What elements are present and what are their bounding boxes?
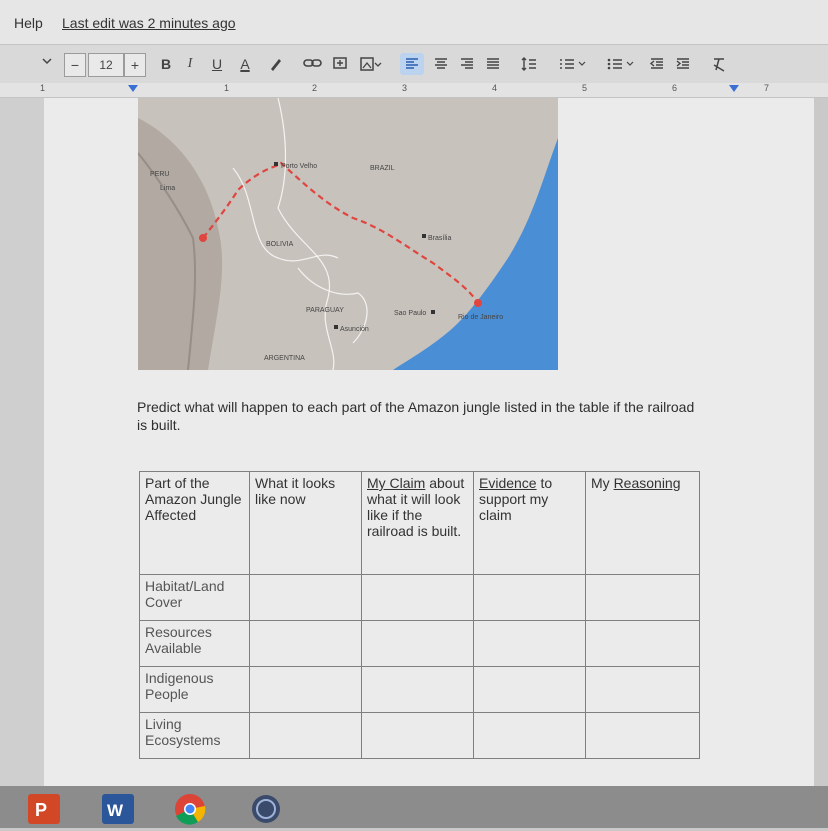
map-label-paraguay: PARAGUAY xyxy=(306,307,344,314)
style-dropdown-icon[interactable] xyxy=(40,53,54,75)
sao-paulo-marker-icon xyxy=(431,310,435,314)
chrome-icon[interactable] xyxy=(172,792,208,826)
align-right-icon[interactable] xyxy=(456,53,478,75)
ruler-number: 3 xyxy=(402,83,408,93)
map-label-brasilia: Brasília xyxy=(428,235,451,242)
align-justify-icon[interactable] xyxy=(482,53,504,75)
map-label-porto-velho: Porto Velho xyxy=(281,163,317,170)
editor-canvas xyxy=(0,98,44,798)
prompt-paragraph[interactable]: Predict what will happen to each part of… xyxy=(137,398,697,434)
line-spacing-icon[interactable] xyxy=(518,53,540,75)
formatting-toolbar: − 12 + B I U A xyxy=(0,44,828,84)
powerpoint-icon[interactable]: P xyxy=(26,792,62,826)
map-label-bolivia: BOLIVIA xyxy=(266,241,294,248)
map-label-peru: PERU xyxy=(150,171,169,178)
header-looks-now[interactable]: What it looks like now xyxy=(249,471,362,575)
row-label-habitat[interactable]: Habitat/Land Cover xyxy=(139,574,250,621)
table-cell[interactable] xyxy=(361,666,474,713)
table-header-row: Part of the Amazon Jungle Affected What … xyxy=(139,471,700,575)
header-evidence[interactable]: Evidence to support my claim xyxy=(473,471,586,575)
table-cell[interactable] xyxy=(585,620,700,667)
map-label-brazil: BRAZIL xyxy=(370,165,395,172)
word-icon[interactable]: W xyxy=(100,792,136,826)
ruler-number: 4 xyxy=(492,83,498,93)
text-color-button[interactable]: A xyxy=(236,53,254,75)
menubar: Help Last edit was 2 minutes ago xyxy=(0,0,828,44)
table-cell[interactable] xyxy=(249,574,362,621)
header-reasoning[interactable]: My Reasoning xyxy=(585,471,700,575)
increase-font-button[interactable]: + xyxy=(124,53,146,77)
ruler-number: 6 xyxy=(672,83,678,93)
right-margin-marker-icon[interactable] xyxy=(729,85,739,92)
table-cell[interactable] xyxy=(249,712,362,759)
clear-formatting-icon[interactable] xyxy=(708,53,730,75)
link-icon[interactable] xyxy=(302,53,324,75)
header-part-affected[interactable]: Part of the Amazon Jungle Affected xyxy=(139,471,250,575)
table-cell[interactable] xyxy=(585,574,700,621)
italic-button[interactable]: I xyxy=(182,53,198,75)
table-cell[interactable] xyxy=(361,712,474,759)
table-cell[interactable] xyxy=(585,712,700,759)
underline-button[interactable]: U xyxy=(208,53,226,75)
asuncion-marker-icon xyxy=(334,325,338,329)
header-reasoning-prefix: My xyxy=(591,475,614,491)
font-size-field[interactable]: 12 xyxy=(88,53,124,77)
indent-marker-icon[interactable] xyxy=(128,85,138,92)
table-row: Resources Available xyxy=(139,620,700,667)
ruler[interactable]: 1 1 2 3 4 5 6 7 xyxy=(0,83,828,98)
brasilia-marker-icon xyxy=(422,234,426,238)
highlight-pen-icon[interactable] xyxy=(266,53,286,75)
map-label-lima: Lima xyxy=(160,185,175,192)
claim-link[interactable]: My Claim xyxy=(367,475,425,491)
svg-text:W: W xyxy=(107,801,124,820)
ruler-number: 1 xyxy=(40,83,46,93)
prediction-table: Part of the Amazon Jungle Affected What … xyxy=(139,471,700,759)
ruler-number: 2 xyxy=(312,83,318,93)
menu-help[interactable]: Help xyxy=(14,15,43,31)
map-label-rio: Rio de Janeiro xyxy=(458,314,503,321)
table-cell[interactable] xyxy=(473,574,586,621)
decrease-indent-icon[interactable] xyxy=(646,53,668,75)
map-label-asuncion: Asunción xyxy=(340,326,369,333)
row-label-ecosystems[interactable]: Living Ecosystems xyxy=(139,712,250,759)
row-label-indigenous[interactable]: Indigenous People xyxy=(139,666,250,713)
ruler-number: 7 xyxy=(764,83,770,93)
bold-button[interactable]: B xyxy=(158,53,174,75)
table-cell[interactable] xyxy=(473,620,586,667)
railroad-route-map[interactable]: Porto Velho BRAZIL PERU Lima Brasília BO… xyxy=(138,98,558,370)
table-cell[interactable] xyxy=(361,620,474,667)
ruler-number: 5 xyxy=(582,83,588,93)
row-label-resources[interactable]: Resources Available xyxy=(139,620,250,667)
porto-velho-marker-icon xyxy=(274,162,278,166)
table-cell[interactable] xyxy=(249,620,362,667)
table-cell[interactable] xyxy=(585,666,700,713)
ruler-number: 1 xyxy=(224,83,230,93)
svg-text:P: P xyxy=(35,800,47,820)
table-cell[interactable] xyxy=(361,574,474,621)
decrease-font-button[interactable]: − xyxy=(64,53,86,77)
increase-indent-icon[interactable] xyxy=(672,53,694,75)
table-row: Indigenous People xyxy=(139,666,700,713)
app-icon[interactable] xyxy=(248,792,284,826)
numbered-list-icon[interactable] xyxy=(556,53,590,75)
reasoning-link[interactable]: Reasoning xyxy=(614,475,681,491)
align-left-icon[interactable] xyxy=(400,53,424,75)
taskbar: P W xyxy=(0,786,828,828)
table-row: Habitat/Land Cover xyxy=(139,574,700,621)
header-claim[interactable]: My Claim about what it will look like if… xyxy=(361,471,474,575)
table-cell[interactable] xyxy=(473,712,586,759)
table-cell[interactable] xyxy=(473,666,586,713)
table-row: Living Ecosystems xyxy=(139,712,700,759)
table-cell[interactable] xyxy=(249,666,362,713)
last-edit-link[interactable]: Last edit was 2 minutes ago xyxy=(62,15,236,31)
align-center-icon[interactable] xyxy=(430,53,452,75)
comment-icon[interactable] xyxy=(330,53,350,75)
insert-image-icon[interactable] xyxy=(358,53,384,75)
map-label-argentina: ARGENTINA xyxy=(264,355,305,362)
bulleted-list-icon[interactable] xyxy=(604,53,638,75)
map-label-sao-paulo: Sao Paulo xyxy=(394,310,426,317)
evidence-link[interactable]: Evidence xyxy=(479,475,537,491)
